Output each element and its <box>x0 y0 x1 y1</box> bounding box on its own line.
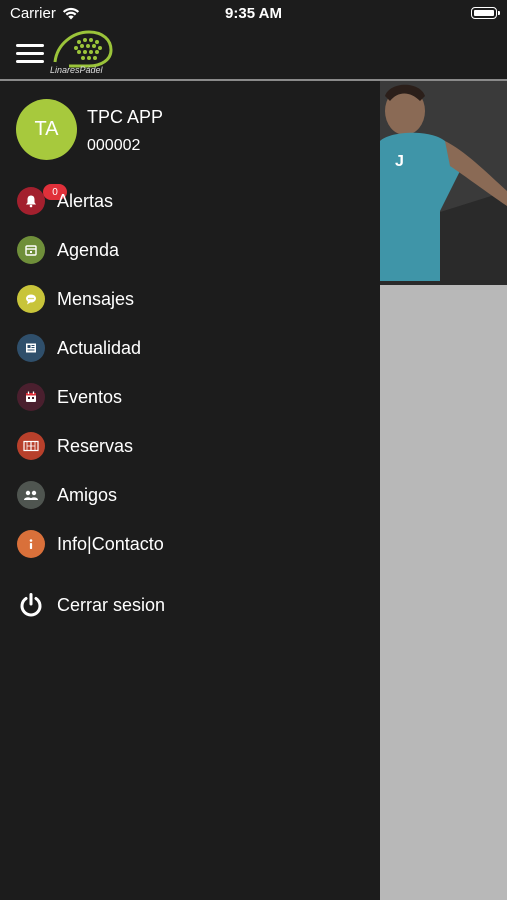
menu-item-mensajes[interactable]: Mensajes <box>0 277 380 321</box>
menu-item-label: Reservas <box>57 435 134 456</box>
main-content-behind-drawer[interactable]: J <box>380 81 507 900</box>
menu-item-label: Alertas <box>57 190 114 211</box>
battery-icon <box>471 7 500 19</box>
menu-item-reservas[interactable]: Reservas <box>0 424 380 468</box>
menu-item-info-contacto[interactable]: Info|Contacto <box>0 522 380 566</box>
info-icon <box>17 530 45 558</box>
menu-item-label: Actualidad <box>57 337 142 358</box>
events-calendar-icon <box>17 383 45 411</box>
calendar-icon <box>17 236 45 264</box>
friends-icon <box>17 481 45 509</box>
power-icon <box>17 591 45 619</box>
logo-text: LinaresPádel <box>50 65 103 75</box>
clock: 9:35 AM <box>225 5 282 22</box>
chat-icon <box>17 285 45 313</box>
menu-item-eventos[interactable]: Eventos <box>0 375 380 419</box>
hamburger-menu-icon[interactable] <box>16 44 44 64</box>
side-drawer: TA TPC APP 000002 0 Alertas Agenda Mensa… <box>0 81 380 900</box>
menu-item-label: Agenda <box>57 239 120 260</box>
menu-item-agenda[interactable]: Agenda <box>0 228 380 272</box>
user-id: 000002 <box>87 137 141 154</box>
logout-label: Cerrar sesion <box>57 594 166 615</box>
bell-icon: 0 <box>17 184 67 215</box>
avatar[interactable]: TA <box>16 99 77 160</box>
svg-text:J: J <box>395 153 404 170</box>
menu-item-label: Info|Contacto <box>57 533 164 554</box>
menu-item-actualidad[interactable]: Actualidad <box>0 326 380 370</box>
avatar-initials: TA <box>34 118 59 140</box>
menu-item-label: Mensajes <box>57 288 135 309</box>
menu-item-label: Amigos <box>57 484 118 505</box>
status-bar: Carrier 9:35 AM <box>0 0 507 28</box>
top-navbar: LinaresPádel <box>0 28 507 81</box>
menu-item-amigos[interactable]: Amigos <box>0 473 380 517</box>
menu-item-label: Eventos <box>57 386 123 407</box>
user-name: TPC APP <box>87 107 164 127</box>
player-silhouette-image: J <box>380 81 507 285</box>
logout-button[interactable]: Cerrar sesion <box>0 583 380 627</box>
hero-photo: J <box>380 81 507 285</box>
news-icon <box>17 334 45 362</box>
court-icon <box>17 432 45 460</box>
menu-item-alertas[interactable]: 0 Alertas <box>0 179 380 223</box>
